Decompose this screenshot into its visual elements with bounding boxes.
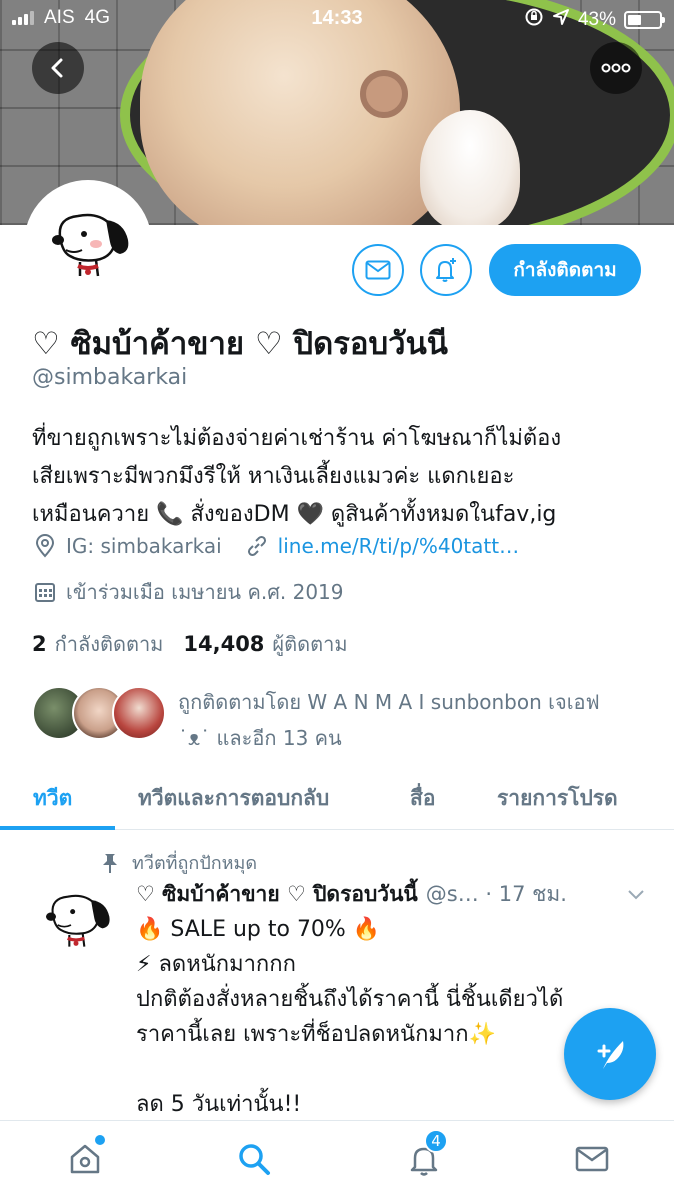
compose-feather-icon [597, 1041, 624, 1069]
nav-home[interactable] [65, 1135, 105, 1179]
envelope-icon [365, 260, 391, 280]
pin-icon [103, 853, 117, 873]
location-pin-icon [32, 533, 58, 559]
snoopy-avatar-image [46, 894, 110, 947]
bio-line: ที่ขายถูกเพราะไม่ต้องจ่ายค่าเช่าร้าน ค่า… [32, 426, 562, 451]
profile-display-name: ♡ ซิมบ้าค้าขาย ♡ ปิดรอบวันนี [32, 326, 448, 362]
snoopy-avatar-image [52, 213, 129, 277]
location-arrow-icon [552, 8, 570, 32]
more-dots-icon [601, 63, 631, 73]
tab-tweets-and-replies[interactable]: ทวีตและการตอบกลับ [138, 782, 329, 815]
nav-messages[interactable] [572, 1139, 612, 1179]
calendar-icon [32, 579, 58, 605]
banner-cat-ear [360, 70, 408, 118]
tweet-header: ♡ ซิมบ้าค้าขาย ♡ ปิดรอบวันนี้ @s… · 17 ช… [136, 878, 646, 911]
battery-icon [624, 11, 665, 29]
tab-media[interactable]: สื่อ [410, 782, 435, 815]
profile-joined-date: เข้าร่วมเมือ เมษายน ค.ศ. 2019 [66, 580, 344, 604]
bio-line: เหมือนควาย 📞 สั่งของDM 🖤 ดูสินค้าทั้งหมด… [32, 502, 557, 527]
tweet-line: ⚡ ลดหนักมากกก [136, 952, 296, 977]
followed-by-names: ถูกติดตามโดย W A N M A I sunbonbon เจเอฟ [178, 690, 600, 714]
compose-tweet-button[interactable] [564, 1008, 656, 1100]
profile-website-link[interactable]: line.me/R/ti/p/%40tatt… [278, 534, 519, 558]
back-button[interactable] [32, 42, 84, 94]
chevron-left-icon [51, 58, 63, 78]
profile-location: IG: simbakarkai [66, 534, 222, 558]
followers-count[interactable]: 14,408 [183, 632, 264, 656]
notifications-badge: 4 [424, 1129, 448, 1153]
profile-joined-row: เข้าร่วมเมือ เมษายน ค.ศ. 2019 [32, 576, 344, 608]
profile-tabs: ทวีต ทวีตและการตอบกลับ สื่อ รายการโปรด [0, 764, 674, 830]
following-label[interactable]: กำลังติดตาม [55, 628, 164, 660]
search-icon [239, 1144, 270, 1175]
pinned-tweet-label: ทวีตที่ถูกปักหมุด [100, 848, 257, 877]
follower-avatar [112, 686, 166, 740]
bottom-tab-bar: 4 [0, 1120, 674, 1200]
bio-line: เสียเพราะมีพวกมึงรีให้ หาเงินเลี้ยงแมวค่… [32, 464, 515, 489]
battery-percent: 43% [577, 9, 616, 30]
tab-likes[interactable]: รายการโปรด [497, 782, 618, 815]
tweet-author-name[interactable]: ♡ ซิมบ้าค้าขาย ♡ ปิดรอบวันนี้ [136, 878, 418, 911]
tweet-line: ลด 5 วันเท่านั้น!! [136, 1092, 302, 1117]
status-bar: AIS 4G 14:33 43% [0, 0, 674, 36]
followers-label[interactable]: ผู้ติดตาม [272, 628, 347, 660]
profile-handle: @simbakarkai [32, 365, 188, 390]
chevron-down-icon [628, 890, 644, 900]
profile-avatar[interactable] [24, 180, 152, 308]
tweet-body[interactable]: 🔥 SALE up to 70% 🔥 ⚡ ลดหนักมากกก ปกติต้อ… [136, 912, 646, 1122]
home-icon [70, 1144, 100, 1174]
followed-by-section[interactable]: ถูกติดตามโดย W A N M A I sunbonbon เจเอฟ… [32, 684, 652, 750]
following-count[interactable]: 2 [32, 632, 47, 656]
tab-tweets[interactable]: ทวีต [33, 782, 72, 815]
tweet-line: 🔥 SALE up to 70% 🔥 [136, 917, 381, 942]
nav-notifications[interactable]: 4 [404, 1129, 448, 1179]
tweet-author-avatar[interactable] [36, 880, 116, 960]
followed-by-avatars [32, 686, 166, 742]
active-tab-indicator [0, 826, 115, 830]
following-button[interactable]: กำลังติดตาม [489, 244, 641, 296]
followed-by-text: ถูกติดตามโดย W A N M A I sunbonbon เจเอฟ… [178, 684, 600, 756]
profile-meta-row: IG: simbakarkai line.me/R/ti/p/%40tatt… [32, 533, 519, 559]
notifications-toggle-button[interactable] [420, 244, 472, 296]
followed-by-more: ˙ᴥ˙ และอีก 13 คน [178, 726, 342, 750]
home-new-indicator [95, 1135, 105, 1145]
bell-plus-icon [436, 258, 456, 282]
tweet-options-button[interactable] [626, 882, 646, 906]
orientation-lock-icon [524, 7, 544, 33]
profile-bio: ที่ขายถูกเพราะไม่ต้องจ่ายค่าเช่าร้าน ค่า… [32, 420, 642, 534]
link-icon [244, 533, 270, 559]
tweet-line: ปกติต้องสั่งหลายชิ้นถึงได้ราคานี้ นี่ชิ้… [136, 987, 564, 1012]
pinned-label-text: ทวีตที่ถูกปักหมุด [132, 853, 258, 874]
message-button[interactable] [352, 244, 404, 296]
envelope-icon [575, 1146, 609, 1172]
profile-follow-counts: 2 กำลังติดตาม 14,408 ผู้ติดตาม [32, 628, 348, 660]
nav-search[interactable] [234, 1139, 274, 1179]
tweet-handle-time: @s… · 17 ชม. [425, 882, 567, 906]
more-options-button[interactable] [590, 42, 642, 94]
banner-cat-paw [420, 110, 520, 225]
